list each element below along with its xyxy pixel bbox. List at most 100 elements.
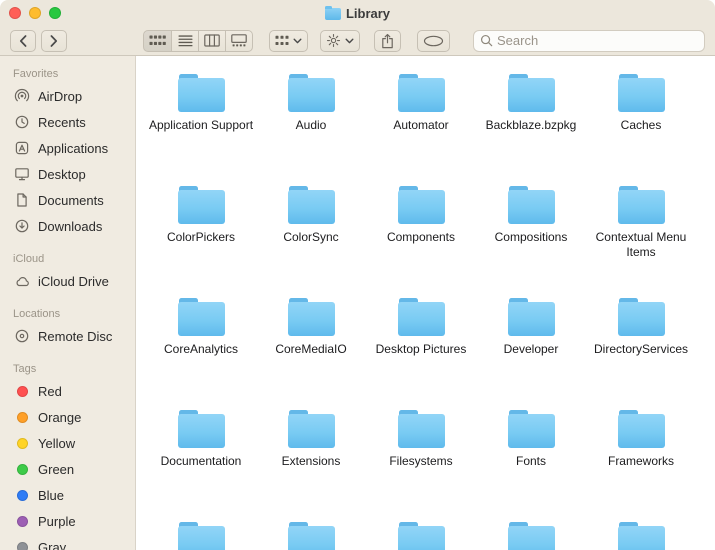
folder-item-desktop-pictures[interactable]: Desktop Pictures	[366, 298, 476, 396]
share-icon	[380, 33, 395, 49]
sidebar-item-recents[interactable]: Recents	[0, 109, 135, 135]
sidebar-item-label: Blue	[38, 488, 64, 503]
share-button[interactable]	[374, 30, 401, 52]
folder-icon	[508, 522, 555, 550]
title-bar[interactable]: Library	[0, 0, 715, 26]
folder-item-contextual-menu-items[interactable]: Contextual Menu Items	[586, 186, 696, 284]
tag-color-dot	[17, 542, 28, 550]
folder-icon	[618, 298, 665, 336]
sidebar-item-purple[interactable]: Purple	[0, 508, 135, 534]
list-view-button[interactable]	[171, 31, 198, 51]
folder-item-frameworks[interactable]: Frameworks	[586, 410, 696, 508]
icon-view-button[interactable]	[144, 31, 171, 51]
folder-item-filesystems[interactable]: Filesystems	[366, 410, 476, 508]
tag-color-dot	[17, 438, 28, 449]
folder-item-colorsync[interactable]: ColorSync	[256, 186, 366, 284]
sidebar-item-label: Documents	[38, 193, 104, 208]
folder-item-backblaze-bzpkg[interactable]: Backblaze.bzpkg	[476, 74, 586, 172]
folder-item-extensions[interactable]: Extensions	[256, 410, 366, 508]
forward-button[interactable]	[41, 30, 67, 52]
tag-dot-icon	[13, 461, 31, 477]
close-button[interactable]	[9, 7, 21, 19]
folder-item-partial[interactable]	[256, 522, 366, 550]
sidebar-item-airdrop[interactable]: AirDrop	[0, 83, 135, 109]
folder-item-colorpickers[interactable]: ColorPickers	[146, 186, 256, 284]
folder-icon	[178, 410, 225, 448]
folder-label: Fonts	[516, 454, 546, 469]
group-icon	[275, 35, 289, 47]
folder-item-audio[interactable]: Audio	[256, 74, 366, 172]
sidebar-item-gray[interactable]: Gray	[0, 534, 135, 550]
folder-label: Frameworks	[608, 454, 674, 469]
sidebar-item-orange[interactable]: Orange	[0, 404, 135, 430]
folder-item-partial[interactable]	[366, 522, 476, 550]
folder-label: Audio	[296, 118, 327, 133]
folder-icon	[178, 74, 225, 112]
folder-item-caches[interactable]: Caches	[586, 74, 696, 172]
group-button[interactable]	[269, 30, 308, 52]
sidebar-item-blue[interactable]: Blue	[0, 482, 135, 508]
back-button[interactable]	[10, 30, 36, 52]
sidebar-item-label: Orange	[38, 410, 81, 425]
folder-item-partial[interactable]	[146, 522, 256, 550]
sidebar-item-icloud-drive[interactable]: iCloud Drive	[0, 268, 135, 294]
folder-item-fonts[interactable]: Fonts	[476, 410, 586, 508]
search-field[interactable]	[473, 30, 705, 52]
folder-label: Filesystems	[389, 454, 452, 469]
tag-color-dot	[17, 412, 28, 423]
folder-icon	[288, 186, 335, 224]
sidebar-item-applications[interactable]: Applications	[0, 135, 135, 161]
folder-icon	[618, 410, 665, 448]
folder-item-automator[interactable]: Automator	[366, 74, 476, 172]
sidebar-item-downloads[interactable]: Downloads	[0, 213, 135, 239]
folder-icon	[398, 186, 445, 224]
sidebar-item-desktop[interactable]: Desktop	[0, 161, 135, 187]
folder-item-compositions[interactable]: Compositions	[476, 186, 586, 284]
tag-color-dot	[17, 464, 28, 475]
folder-item-coremediaio[interactable]: CoreMediaIO	[256, 298, 366, 396]
sidebar-item-label: Downloads	[38, 219, 102, 234]
folder-item-documentation[interactable]: Documentation	[146, 410, 256, 508]
traffic-lights	[9, 7, 61, 19]
cloud-icon	[13, 273, 31, 289]
sidebar-item-green[interactable]: Green	[0, 456, 135, 482]
column-view-button[interactable]	[198, 31, 225, 51]
sidebar-item-label: Green	[38, 462, 74, 477]
folder-item-components[interactable]: Components	[366, 186, 476, 284]
sidebar-item-label: Remote Disc	[38, 329, 112, 344]
folder-label: CoreAnalytics	[164, 342, 238, 357]
sidebar-section-favorites: Favorites	[0, 68, 135, 83]
disc-icon	[13, 328, 31, 344]
sidebar-item-label: Purple	[38, 514, 76, 529]
file-grid: Application Support Audio Automator Backbla…	[136, 56, 715, 550]
sidebar-item-label: Gray	[38, 540, 66, 550]
folder-label: Automator	[393, 118, 448, 133]
tag-button[interactable]	[417, 30, 450, 52]
window-title: Library	[0, 0, 715, 26]
zoom-button[interactable]	[49, 7, 61, 19]
folder-item-partial[interactable]	[586, 522, 696, 550]
folder-icon	[398, 522, 445, 550]
folder-item-application-support[interactable]: Application Support	[146, 74, 256, 172]
minimize-button[interactable]	[29, 7, 41, 19]
chevron-right-icon	[48, 34, 60, 48]
folder-icon	[618, 186, 665, 224]
sidebar-item-yellow[interactable]: Yellow	[0, 430, 135, 456]
search-input[interactable]	[497, 33, 698, 48]
folder-item-developer[interactable]: Developer	[476, 298, 586, 396]
view-mode-switcher	[143, 30, 253, 52]
folder-item-partial[interactable]	[476, 522, 586, 550]
sidebar-item-red[interactable]: Red	[0, 378, 135, 404]
folder-icon	[288, 522, 335, 550]
folder-icon	[178, 186, 225, 224]
folder-item-directoryservices[interactable]: DirectoryServices	[586, 298, 696, 396]
action-button[interactable]	[320, 30, 360, 52]
folder-icon	[178, 522, 225, 550]
folder-icon	[508, 186, 555, 224]
gallery-view-button[interactable]	[225, 31, 252, 51]
sidebar-item-remote-disc[interactable]: Remote Disc	[0, 323, 135, 349]
folder-item-coreanalytics[interactable]: CoreAnalytics	[146, 298, 256, 396]
column-view-icon	[204, 34, 220, 47]
sidebar-item-documents[interactable]: Documents	[0, 187, 135, 213]
sidebar-item-label: Applications	[38, 141, 108, 156]
